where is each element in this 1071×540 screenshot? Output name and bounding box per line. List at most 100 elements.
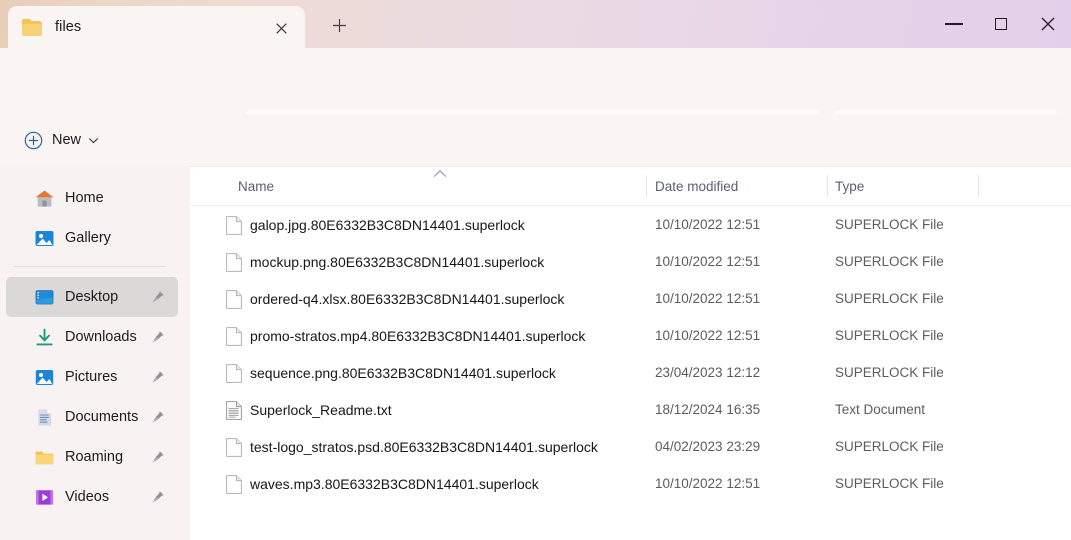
table-row[interactable]: Superlock_Readme.txt 18/12/2024 16:35 Text… bbox=[190, 391, 1071, 428]
sidebar-item-label: Pictures bbox=[65, 369, 118, 385]
cell-file-type: SUPERLOCK File bbox=[835, 328, 944, 343]
sidebar-scrollbar[interactable] bbox=[178, 166, 190, 540]
generic-file-icon bbox=[226, 475, 242, 494]
generic-file-icon bbox=[226, 290, 242, 309]
pin-icon[interactable] bbox=[151, 410, 165, 424]
cell-file-name: test-logo_stratos.psd.80E6332B3C8DN14401… bbox=[250, 438, 598, 455]
pin-icon[interactable] bbox=[151, 370, 165, 384]
title-bar: files bbox=[0, 0, 1071, 48]
table-row[interactable]: galop.jpg.80E6332B3C8DN14401.superlock 10… bbox=[190, 206, 1071, 243]
close-window-button[interactable] bbox=[1024, 0, 1071, 48]
generic-file-icon bbox=[226, 327, 242, 346]
desktop-icon bbox=[33, 286, 55, 308]
cell-date-modified: 10/10/2022 12:51 bbox=[655, 328, 761, 343]
table-row[interactable]: test-logo_stratos.psd.80E6332B3C8DN14401… bbox=[190, 428, 1071, 465]
column-header-row: Name Date modified Type bbox=[190, 167, 1071, 205]
sidebar-item-label: Gallery bbox=[65, 230, 111, 246]
cell-file-type: SUPERLOCK File bbox=[835, 217, 944, 232]
table-row[interactable]: sequence.png.80E6332B3C8DN14401.superloc… bbox=[190, 354, 1071, 391]
close-icon bbox=[1041, 17, 1054, 31]
new-tab-button[interactable] bbox=[322, 12, 356, 38]
sidebar-item-videos[interactable]: Videos bbox=[6, 477, 178, 517]
navigation-pane: Home Gallery Desktop Downloads Pictures … bbox=[0, 166, 190, 540]
text-document-icon bbox=[226, 401, 242, 420]
cell-file-type: SUPERLOCK File bbox=[835, 291, 944, 306]
cell-date-modified: 23/04/2023 12:12 bbox=[655, 365, 761, 380]
pin-icon[interactable] bbox=[151, 490, 165, 504]
column-divider[interactable] bbox=[978, 175, 979, 197]
sidebar-item-desktop[interactable]: Desktop bbox=[6, 277, 178, 317]
cell-file-name: mockup.png.80E6332B3C8DN14401.superlock bbox=[250, 253, 545, 270]
videos-icon bbox=[33, 486, 55, 508]
sidebar-item-label: Roaming bbox=[65, 449, 124, 465]
sidebar-item-pictures[interactable]: Pictures bbox=[6, 357, 178, 397]
cell-file-type: SUPERLOCK File bbox=[835, 365, 944, 380]
cell-date-modified: 04/02/2023 23:29 bbox=[655, 439, 761, 454]
plus-circle-icon bbox=[24, 131, 43, 150]
table-row[interactable]: promo-stratos.mp4.80E6332B3C8DN14401.sup… bbox=[190, 317, 1071, 354]
cell-date-modified: 10/10/2022 12:51 bbox=[655, 476, 761, 491]
cell-file-name: waves.mp3.80E6332B3C8DN14401.superlock bbox=[250, 475, 539, 492]
sidebar-item-label: Home bbox=[65, 190, 104, 206]
tab-files[interactable]: files bbox=[8, 6, 305, 48]
column-divider[interactable] bbox=[646, 175, 647, 197]
minimize-icon bbox=[944, 23, 963, 25]
tab-strip: files bbox=[0, 0, 1071, 48]
sidebar-item-downloads[interactable]: Downloads bbox=[6, 317, 178, 357]
table-row[interactable]: mockup.png.80E6332B3C8DN14401.superlock 1… bbox=[190, 243, 1071, 280]
downloads-icon bbox=[33, 326, 55, 348]
file-list-pane: Name Date modified Type galop.jpg.80E633… bbox=[190, 166, 1071, 540]
gallery-icon bbox=[33, 227, 55, 249]
sidebar-item-home[interactable]: Home bbox=[6, 178, 178, 218]
cell-file-name: promo-stratos.mp4.80E6332B3C8DN14401.sup… bbox=[250, 327, 586, 344]
cell-date-modified: 10/10/2022 12:51 bbox=[655, 254, 761, 269]
column-header-name[interactable]: Name bbox=[238, 167, 274, 205]
cell-file-type: SUPERLOCK File bbox=[835, 476, 944, 491]
cell-file-type: Text Document bbox=[835, 402, 926, 417]
sidebar-item-gallery[interactable]: Gallery bbox=[6, 218, 178, 258]
cell-date-modified: 18/12/2024 16:35 bbox=[655, 402, 761, 417]
generic-file-icon bbox=[226, 364, 242, 383]
file-rows: galop.jpg.80E6332B3C8DN14401.superlock 10… bbox=[190, 206, 1071, 502]
column-divider[interactable] bbox=[827, 175, 828, 197]
cell-file-type: SUPERLOCK File bbox=[835, 254, 944, 269]
address-bar: › Desktop › utilities › files bbox=[0, 48, 1071, 148]
sidebar-item-roaming[interactable]: Roaming bbox=[6, 437, 178, 477]
sidebar-item-label: Downloads bbox=[65, 329, 137, 345]
pin-icon[interactable] bbox=[151, 290, 165, 304]
sidebar-item-label: Documents bbox=[65, 409, 139, 425]
column-header-type[interactable]: Type bbox=[835, 167, 864, 205]
chevron-up-icon bbox=[433, 165, 447, 177]
cell-file-name: Superlock_Readme.txt bbox=[250, 401, 392, 418]
pin-icon[interactable] bbox=[151, 330, 165, 344]
table-row[interactable]: waves.mp3.80E6332B3C8DN14401.superlock 10… bbox=[190, 465, 1071, 502]
command-toolbar: New bbox=[0, 114, 1071, 267]
cell-file-name: ordered-q4.xlsx.80E6332B3C8DN14401.super… bbox=[250, 290, 565, 307]
maximize-button[interactable] bbox=[977, 0, 1024, 48]
cell-file-name: galop.jpg.80E6332B3C8DN14401.superlock bbox=[250, 216, 525, 233]
chevron-down-icon bbox=[89, 131, 98, 149]
generic-file-icon bbox=[226, 216, 242, 235]
sidebar-item-label: Videos bbox=[65, 489, 110, 505]
tab-label: files bbox=[55, 19, 82, 35]
cell-file-name: sequence.png.80E6332B3C8DN14401.superloc… bbox=[250, 364, 556, 381]
new-button[interactable]: New bbox=[14, 122, 110, 158]
close-icon[interactable] bbox=[270, 17, 292, 39]
column-header-date-modified[interactable]: Date modified bbox=[655, 167, 738, 205]
folder-icon bbox=[22, 18, 42, 36]
sidebar-item-documents[interactable]: Documents bbox=[6, 397, 178, 437]
cell-date-modified: 10/10/2022 12:51 bbox=[655, 217, 761, 232]
home-icon bbox=[33, 187, 55, 209]
folder-icon bbox=[33, 446, 55, 468]
maximize-icon bbox=[994, 18, 1007, 30]
cell-file-type: SUPERLOCK File bbox=[835, 439, 944, 454]
documents-icon bbox=[33, 406, 55, 428]
pin-icon[interactable] bbox=[151, 450, 165, 464]
plus-icon bbox=[332, 18, 346, 32]
sidebar-divider bbox=[13, 266, 165, 267]
table-row[interactable]: ordered-q4.xlsx.80E6332B3C8DN14401.super… bbox=[190, 280, 1071, 317]
new-button-label: New bbox=[52, 132, 82, 148]
minimize-button[interactable] bbox=[930, 0, 977, 48]
generic-file-icon bbox=[226, 438, 242, 457]
file-explorer-window: files Search files New Home Gallery Desk… bbox=[0, 0, 1071, 540]
